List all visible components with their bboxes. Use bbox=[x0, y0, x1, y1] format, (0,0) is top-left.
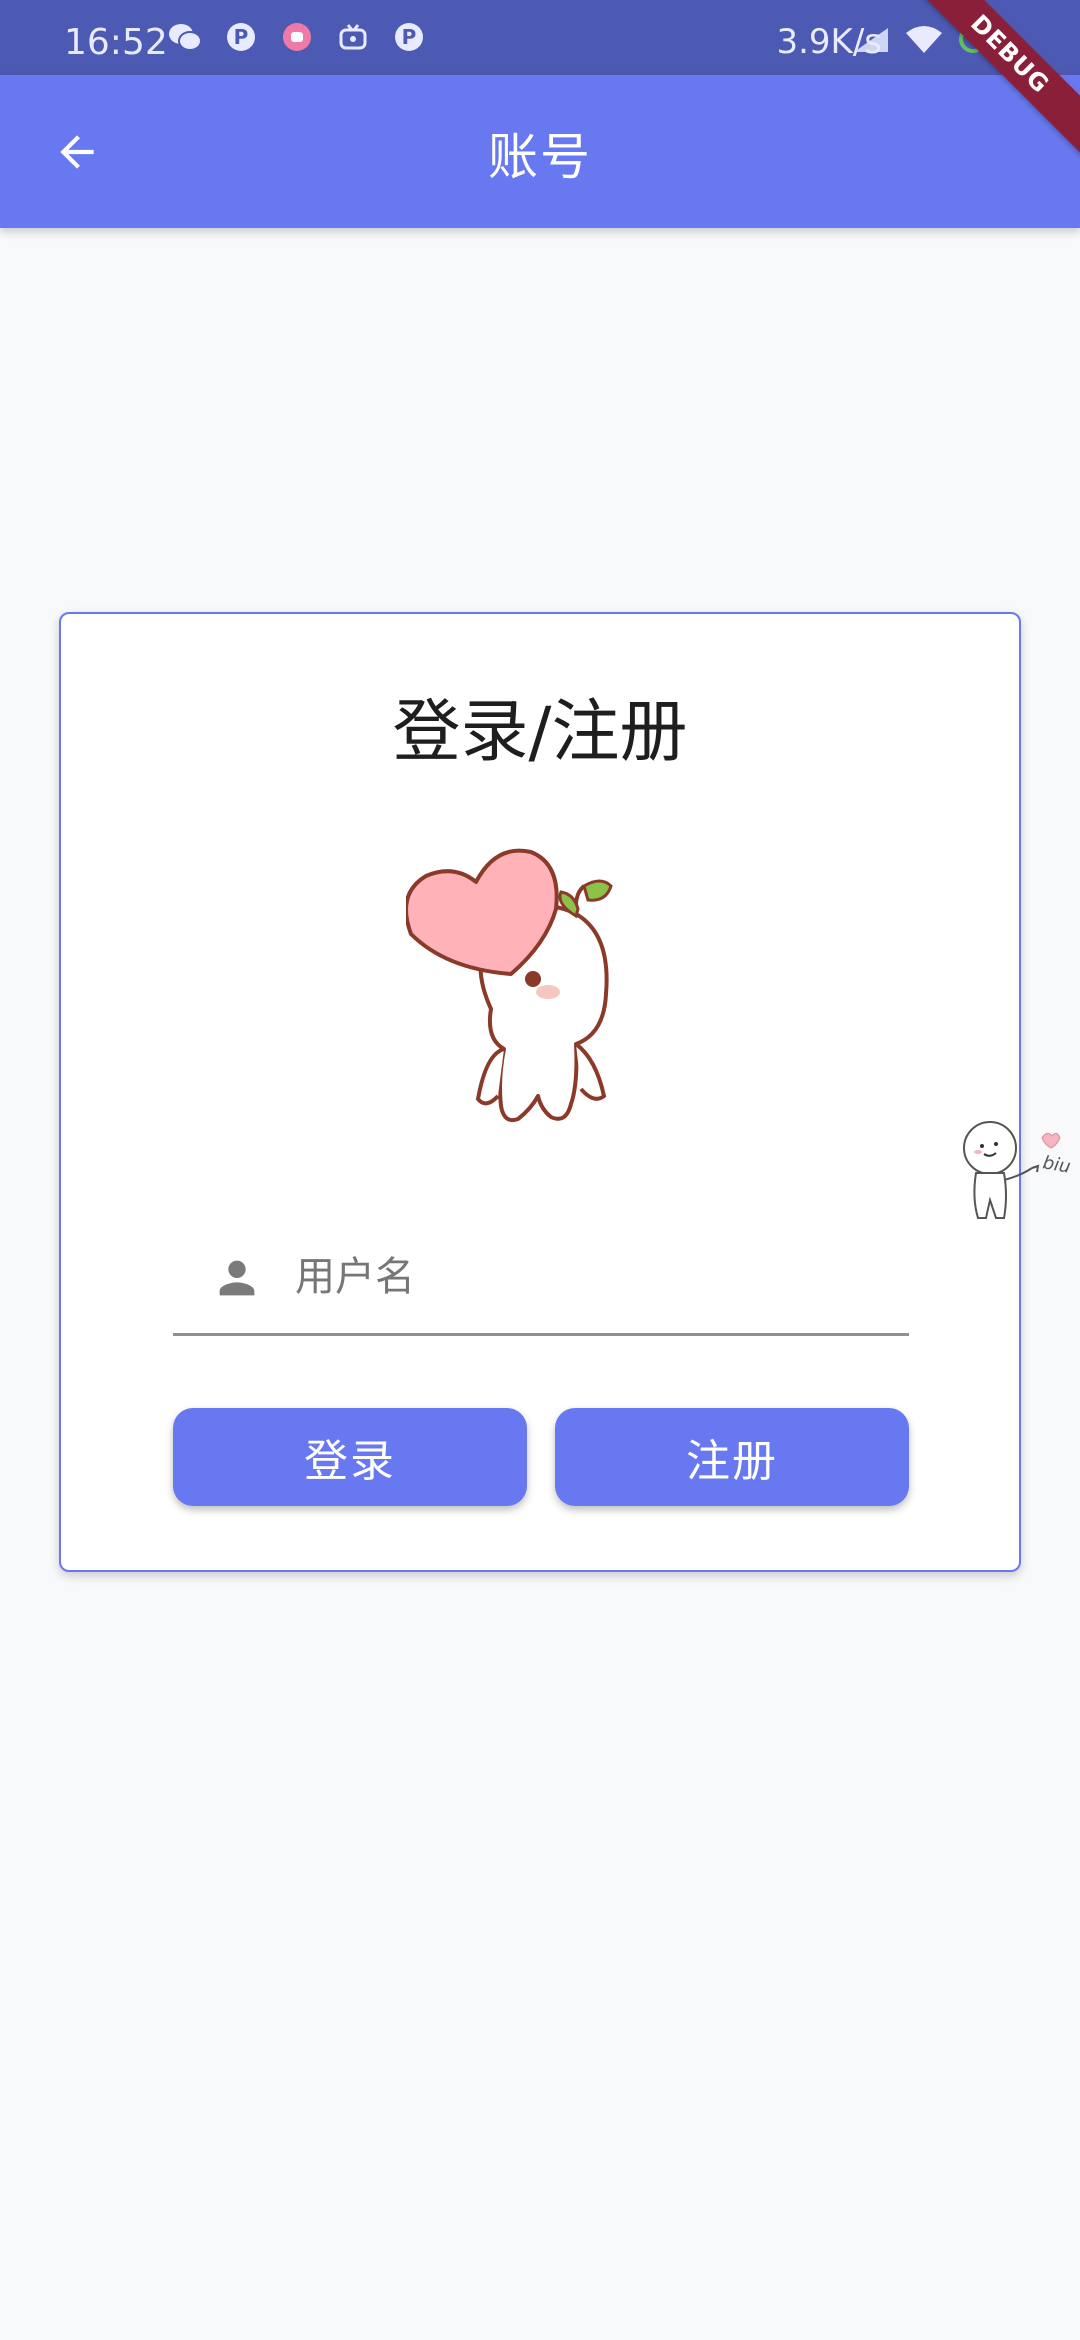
pink-app-icon bbox=[280, 20, 314, 54]
p-app-icon: P bbox=[392, 20, 426, 54]
mascot-illustration bbox=[406, 848, 613, 1123]
status-bar: 16:52 P P 3.9K/s bbox=[0, 0, 1080, 75]
card-title: 登录/注册 bbox=[392, 693, 688, 772]
sticker-text: biu bbox=[1041, 1152, 1072, 1178]
username-input[interactable] bbox=[295, 1242, 895, 1312]
status-time: 16:52 bbox=[64, 22, 168, 63]
input-underline bbox=[173, 1333, 909, 1336]
svg-text:P: P bbox=[402, 25, 417, 49]
floating-sticker[interactable]: biu bbox=[952, 1118, 1080, 1228]
person-icon bbox=[219, 1260, 255, 1296]
p-app-icon: P bbox=[224, 20, 258, 54]
wechat-icon bbox=[168, 20, 202, 54]
username-field[interactable] bbox=[173, 1224, 909, 1336]
register-button[interactable]: 注册 bbox=[555, 1408, 909, 1506]
app-bar: 账号 bbox=[0, 75, 1080, 228]
wifi-icon bbox=[904, 22, 944, 63]
login-card: 登录/注册 登录 注册 bbox=[59, 612, 1021, 1572]
svg-text:P: P bbox=[234, 25, 249, 49]
page-title: 账号 bbox=[488, 128, 592, 186]
login-button[interactable]: 登录 bbox=[173, 1408, 527, 1506]
tv-app-icon bbox=[336, 20, 370, 54]
signal-icon bbox=[852, 22, 890, 63]
notification-icons: P P bbox=[168, 20, 426, 54]
